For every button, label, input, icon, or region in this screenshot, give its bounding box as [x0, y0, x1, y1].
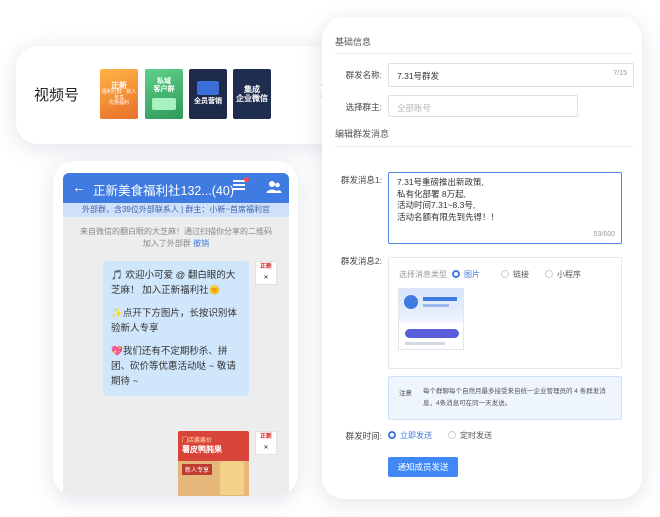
mass-message-form: 基础信息 群发名称: 7.31号群发 7/15 选择群主: 全部账号 编辑群发消… [322, 17, 642, 499]
cover-illustration [152, 98, 176, 111]
divider [335, 146, 633, 147]
poster-image[interactable]: 门店酱酱价 薯皮鸭肫果 新人专享 [178, 431, 249, 496]
cover-zhengxin[interactable]: 正新 福利社群 · 新人专享 优惠福利 [100, 69, 138, 119]
notice-text: 来自微信的翻白眼的大芝麻！通过扫描你分享的二维码加入了外部群 [80, 227, 272, 248]
msg1-label: 群发消息1: [340, 175, 382, 185]
notice-box: 注意 每个群聊每个自然月最多接受来自统一企业管理员的 4 条群发消息，4条消息可… [388, 376, 622, 420]
avatar-mark: ✕ [263, 275, 269, 281]
msg1-line: 活动时间7.31~8.3号, [397, 200, 476, 210]
bubble-line: 💖我们还有不定期秒杀、拼团、砍价等优惠活动哒 ~ 敬请期待 ~ [111, 346, 236, 387]
radio-icon [545, 270, 553, 278]
channels-label: 视频号 [34, 87, 80, 104]
radio-label: 小程序 [557, 270, 581, 279]
radio-icon [388, 431, 396, 439]
radio-icon [452, 270, 460, 278]
msg1-line: 7.31号重磅推出新政策, [397, 177, 484, 187]
msg1-line: 活动名额有限先到先得！！ [397, 211, 500, 222]
thumb-decoration [423, 304, 449, 307]
poster-text: 薯皮鸭肫果 [182, 445, 222, 454]
avatar-text: 正新 [259, 434, 272, 440]
poster-text: 门店酱酱价 [182, 438, 213, 444]
cover-text: 集成 [244, 84, 260, 94]
menu-icon[interactable] [233, 180, 245, 190]
notice-title: 注意 [399, 390, 412, 397]
name-value: 7.31号群发 [397, 71, 440, 81]
chat-subtitle: 外部群，含39位外部联系人 | 群主：小新~首席福利官 [63, 203, 289, 217]
cover-text: 优惠福利 [108, 100, 129, 107]
notification-dot-icon [244, 177, 249, 182]
phone-chat-card: ← 正新美食福利社132...(40) 外部群，含39位外部联系人 | 群主：小… [53, 161, 298, 496]
thumb-decoration [405, 329, 459, 338]
avatar[interactable]: 正新 ✕ [255, 261, 277, 285]
msg1-textarea[interactable]: 7.31号重磅推出新政策, 私有化部署 8万起, 活动时间7.31~8.3号, … [388, 172, 622, 244]
msg2-label: 群发消息2: [340, 256, 382, 266]
section-edit-title: 编辑群发消息 [335, 129, 390, 139]
avatar-mark: ✕ [263, 445, 269, 451]
cover-text: 客户群 [153, 86, 175, 93]
radio-label: 链接 [513, 270, 529, 279]
type-radio-link[interactable]: 链接 [501, 269, 529, 280]
channels-card: 视频号 正新 福利社群 · 新人专享 优惠福利 私域 客户群 全员营销 集成 企… [16, 46, 338, 144]
bubble-line: ✨点开下方图片，长按识别体验新人专享 [111, 308, 237, 334]
name-label: 群发名称: [345, 70, 382, 80]
owner-placeholder: 全部账号 [397, 103, 432, 113]
cover-integration[interactable]: 集成 企业微信 [233, 69, 271, 119]
uploaded-image-thumbnail[interactable] [398, 288, 464, 350]
notice-body: 每个群聊每个自然月最多接受来自统一企业管理员的 4 条群发消息，4条消息可在同一… [423, 388, 606, 407]
name-input[interactable]: 7.31号群发 7/15 [388, 63, 634, 87]
cover-full-marketing[interactable]: 全员营销 [189, 69, 227, 119]
radio-label: 图片 [464, 270, 480, 279]
notify-members-send-button[interactable]: 通知成员发送 [388, 457, 458, 477]
owner-select[interactable]: 全部账号 [388, 95, 578, 117]
section-basic-title: 基础信息 [335, 37, 372, 47]
thumb-decoration [423, 297, 457, 301]
type-label: 选择消息类型 [399, 270, 447, 279]
cover-text: 全员营销 [194, 98, 222, 106]
divider [335, 53, 633, 54]
back-arrow-icon[interactable]: ← [72, 179, 86, 195]
cover-text: 企业微信 [236, 94, 268, 103]
msg1-counter: 53/600 [593, 230, 615, 238]
radio-icon [448, 431, 456, 439]
send-time-label: 群发时间: [345, 431, 382, 441]
bubble-line: 🎵 欢迎小可爱 @ 翻白眼的大芝麻！ 加入正新福利社🌞 [111, 270, 236, 296]
chat-header: ← 正新美食福利社132...(40) [63, 173, 289, 203]
undo-link[interactable]: 撤销 [193, 239, 209, 248]
type-radio-miniprogram[interactable]: 小程序 [545, 269, 581, 280]
send-now-radio[interactable]: 立即发送 [388, 430, 432, 441]
poster-tag: 新人专享 [182, 464, 213, 475]
msg2-box: 选择消息类型 图片 链接 小程序 [388, 257, 622, 369]
avatar-text: 正新 [259, 264, 272, 270]
cover-text: 私域 [157, 77, 171, 85]
thumb-decoration [405, 342, 445, 345]
avatar[interactable]: 正新 ✕ [255, 431, 277, 455]
poster-product [220, 461, 244, 495]
group-members-icon[interactable] [266, 179, 282, 195]
thumb-decoration [404, 295, 418, 309]
radio-icon [501, 270, 509, 278]
cover-private-domain[interactable]: 私域 客户群 [145, 69, 183, 119]
cover-illustration [197, 81, 219, 96]
send-scheduled-radio[interactable]: 定时发送 [448, 430, 492, 441]
chat-title: 正新美食福利社132...(40) [93, 184, 235, 198]
msg1-line: 私有化部署 8万起, [397, 188, 466, 199]
chat-body: 来自微信的翻白眼的大芝麻！通过扫描你分享的二维码加入了外部群 撤销 🎵 欢迎小可… [63, 217, 289, 496]
welcome-message-bubble: 🎵 欢迎小可爱 @ 翻白眼的大芝麻！ 加入正新福利社🌞 ✨点开下方图片，长按识别… [103, 261, 249, 396]
system-notice: 来自微信的翻白眼的大芝麻！通过扫描你分享的二维码加入了外部群 撤销 [77, 226, 275, 250]
radio-label: 立即发送 [400, 431, 432, 440]
owner-label: 选择群主: [345, 102, 382, 112]
type-radio-image[interactable]: 图片 [452, 269, 480, 280]
radio-label: 定时发送 [460, 431, 492, 440]
name-counter: 7/15 [613, 70, 627, 77]
